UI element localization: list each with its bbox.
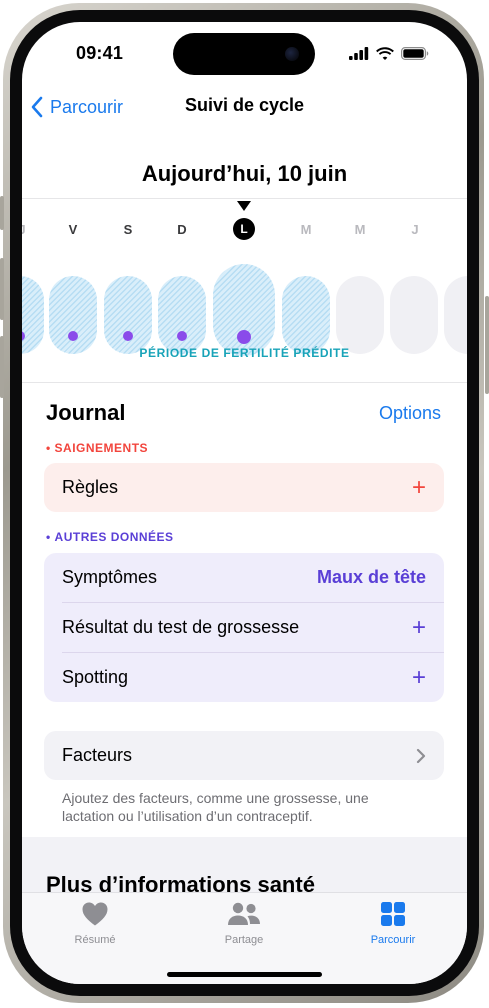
period-row[interactable]: Règles + [44,463,444,512]
factors-row[interactable]: Facteurs [44,731,444,780]
day-label: M [354,222,366,237]
symptoms-label: Symptômes [62,567,158,587]
people-icon [228,902,260,925]
day-strip[interactable]: J V S D L M M J [22,201,467,362]
page-title: Suivi de cycle [184,95,305,115]
date-title: Aujourd’hui, 10 juin [141,161,348,186]
bullet-icon: • [46,530,55,544]
other-data-section-text: AUTRES DONNÉES [54,530,174,544]
tab-browse[interactable]: Parcourir [338,901,448,946]
period-label: Règles [62,477,119,497]
add-pregnancy-test-icon[interactable]: + [412,615,426,640]
today-marker-icon [237,201,251,211]
day-cell[interactable] [390,276,438,354]
dynamic-island [173,33,315,75]
bleeding-section-text: SAIGNEMENTS [54,441,149,455]
heart-icon [82,902,108,926]
tab-bar: Résumé Partage Parcourir [22,892,467,984]
pregnancy-test-row[interactable]: Résultat du test de grossesse + [44,603,444,652]
divider [22,198,467,199]
add-period-icon[interactable]: + [412,475,426,500]
other-data-section-label: • AUTRES DONNÉES [46,530,174,544]
bullet-icon: • [46,441,55,455]
logged-data-dot [237,330,251,344]
factors-label: Facteurs [62,745,133,765]
bleeding-card: Règles + [44,463,444,512]
tab-summary[interactable]: Résumé [40,901,150,946]
battery-icon [401,46,429,60]
journal-title: Journal [46,400,126,425]
tab-summary-label: Résumé [74,934,116,946]
day-cell-fertile[interactable] [49,276,97,354]
day-label: J [22,222,37,237]
other-data-card: Symptômes Maux de tête Résultat du test … [44,553,444,702]
day-cell-fertile[interactable] [282,276,330,354]
tab-browse-label: Parcourir [370,934,416,946]
power-button [485,296,489,394]
signal-icon [349,46,369,60]
fertile-window-label: PÉRIODE DE FERTILITÉ PRÉDITE [139,346,350,360]
spotting-row[interactable]: Spotting + [44,653,444,702]
day-label: D [177,222,187,237]
action-button [0,196,4,230]
day-cell-fertile[interactable] [158,276,206,354]
tab-sharing-label: Partage [224,934,264,946]
chevron-right-icon [416,748,426,763]
day-label: S [123,222,133,237]
add-spotting-icon[interactable]: + [412,665,426,690]
spotting-label: Spotting [62,667,129,687]
status-time: 09:41 [76,43,124,63]
day-cell-fertile[interactable] [22,276,44,354]
bleeding-section-label: • SAIGNEMENTS [46,441,148,455]
day-label: J [411,222,419,237]
logged-data-dot [177,331,187,341]
factors-footnote: Ajoutez des facteurs, comme une grossess… [62,790,369,824]
grid-icon [381,902,405,926]
day-cell-fertile[interactable] [104,276,152,354]
pregnancy-test-label: Résultat du test de grossesse [62,617,300,637]
day-cell[interactable] [444,276,467,354]
factors-card: Facteurs [44,731,444,780]
volume-down-button [0,336,4,398]
status-icons [349,46,429,60]
symptoms-value: Maux de tête [316,567,426,587]
today-badge[interactable]: L [233,218,255,240]
volume-up-button [0,258,4,320]
divider [22,382,467,383]
camera-icon [285,47,299,61]
home-indicator[interactable] [167,972,322,977]
logged-data-dot [68,331,78,341]
day-label: V [68,222,78,237]
screen: 09:41 Parcourir Suivi de cycle Aujourd’h… [22,22,467,984]
wifi-icon [376,46,394,60]
day-cell[interactable] [336,276,384,354]
symptoms-row[interactable]: Symptômes Maux de tête [44,553,444,602]
day-label: M [300,222,312,237]
tab-sharing[interactable]: Partage [189,901,299,946]
options-button[interactable]: Options [379,403,441,424]
logged-data-dot [123,331,133,341]
